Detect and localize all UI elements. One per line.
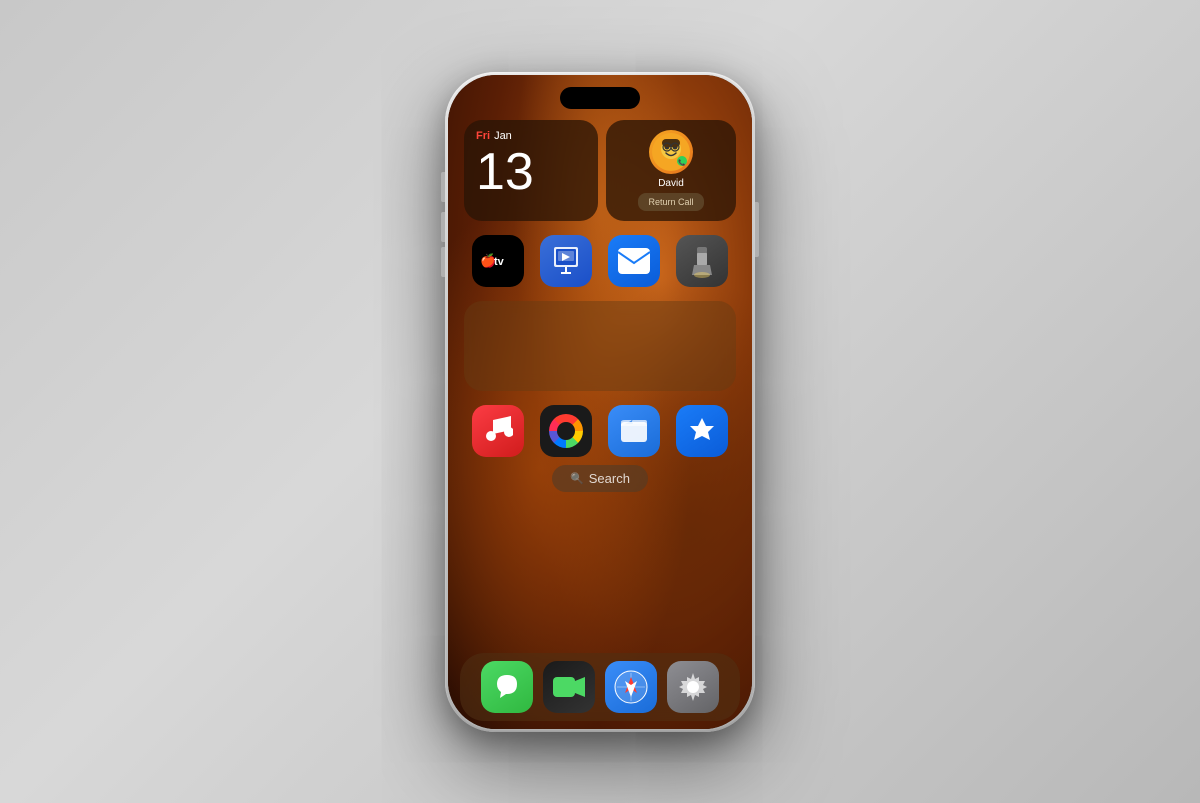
messages-icon [491, 671, 523, 703]
search-button[interactable]: 🔍 Search [552, 465, 648, 492]
safari-app[interactable] [605, 661, 657, 713]
search-icon: 🔍 [570, 472, 584, 485]
calendar-header: Fri Jan [476, 130, 586, 142]
dynamic-island [560, 87, 640, 109]
calendar-month: Jan [494, 130, 512, 142]
mail-icon [617, 247, 651, 275]
contact-avatar: 📞 [649, 130, 693, 174]
calendar-date: 13 [476, 146, 586, 198]
files-icon [617, 414, 651, 448]
phone-frame: Fri Jan 13 [445, 72, 755, 732]
phone-screen: Fri Jan 13 [448, 75, 752, 729]
search-label: Search [589, 471, 630, 486]
photos-app[interactable] [540, 405, 592, 457]
app-row-2 [456, 405, 744, 457]
photos-icon [549, 414, 583, 448]
files-app[interactable] [608, 405, 660, 457]
mail-app[interactable] [608, 235, 660, 287]
avatar-icon: 📞 [652, 133, 690, 171]
folder-widget[interactable] [464, 301, 736, 391]
appstore-app[interactable] [676, 405, 728, 457]
return-call-button[interactable]: Return Call [638, 193, 703, 211]
facetime-icon [551, 673, 587, 701]
svg-text:📞: 📞 [678, 158, 686, 166]
calendar-widget[interactable]: Fri Jan 13 [464, 120, 598, 221]
apple-tv-icon: 🍎 tv [480, 251, 516, 271]
home-screen: Fri Jan 13 [448, 75, 752, 729]
calendar-day: Fri [476, 130, 490, 142]
settings-app[interactable] [667, 661, 719, 713]
keynote-icon [548, 243, 584, 279]
music-icon [483, 414, 513, 448]
music-app[interactable] [472, 405, 524, 457]
flashlight-app[interactable] [676, 235, 728, 287]
facetime-app[interactable] [543, 661, 595, 713]
flashlight-icon [688, 243, 716, 279]
svg-text:tv: tv [494, 256, 505, 268]
contact-name: David [658, 178, 684, 189]
contact-widget[interactable]: 📞 David Return Call [606, 120, 736, 221]
app-row-1: 🍎 tv [456, 235, 744, 287]
messages-app[interactable] [481, 661, 533, 713]
settings-icon [677, 671, 709, 703]
safari-icon [613, 669, 649, 705]
apple-tv-app[interactable]: 🍎 tv [472, 235, 524, 287]
appstore-icon [685, 414, 719, 448]
widgets-row: Fri Jan 13 [448, 120, 752, 221]
dock [460, 653, 740, 721]
keynote-app[interactable] [540, 235, 592, 287]
